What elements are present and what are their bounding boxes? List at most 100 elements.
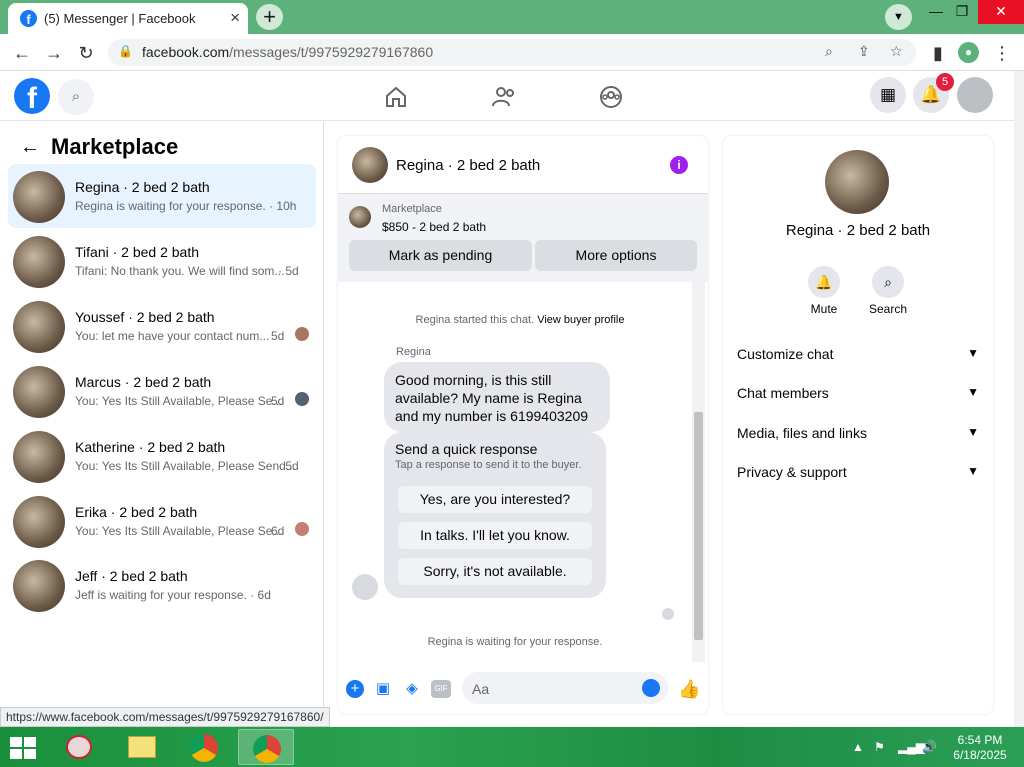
notification-badge: 5 [936,73,954,91]
listing-thumbnail [13,496,65,548]
message-bubble: Good morning, is this still available? M… [384,362,610,432]
groups-icon[interactable] [597,83,625,111]
listing-thumbnail [13,171,65,223]
volume-icon[interactable]: 🔊 [922,740,937,754]
system-clock[interactable]: 6:54 PM 6/18/2025 [940,733,1020,763]
message-thread: Regina started this chat. View buyer pro… [338,282,708,662]
chevron-down-icon: ▼ [967,385,979,399]
chat-header: Regina · 2 bed 2 bath i [338,136,708,194]
chevron-down-icon: ▼ [967,425,979,439]
marketplace-conversation-list: ← Marketplace Regina · 2 bed 2 bath Regi… [0,122,324,712]
listing-price[interactable]: $850 - 2 bed 2 bath [382,220,486,234]
back-arrow-icon[interactable]: ← [10,41,34,65]
plus-icon[interactable]: + [346,680,364,698]
address-bar[interactable]: 🔒 facebook.com/messages/t/99759292791678… [108,39,916,66]
new-tab-button[interactable]: + [256,4,283,30]
account-avatar[interactable] [957,77,993,113]
friends-icon[interactable] [490,83,518,111]
chat-members-row[interactable]: Chat members ▼ [737,385,979,411]
message-input-placeholder: Aa [472,681,490,697]
quick-reply-button[interactable]: Yes, are you interested? [398,486,592,513]
listing-thumbnail[interactable] [352,147,388,183]
more-options-button[interactable]: More options [535,240,697,271]
share-icon[interactable]: ⇪ [858,43,870,60]
back-arrow-icon[interactable]: ← [20,136,40,159]
conversation-item[interactable]: Marcus · 2 bed 2 bath You: Yes Its Still… [8,359,316,423]
quick-reply-button[interactable]: Sorry, it's not available. [398,558,592,585]
restore-button[interactable]: ❐ [947,0,977,24]
profile-avatar-icon[interactable]: ● [958,42,979,63]
tab-search-chevron-icon[interactable]: ▼ [885,4,912,30]
chat-scrollbar[interactable] [692,282,705,662]
conversation-name: Tifani · 2 bed 2 bath [75,244,200,260]
listing-thumbnail [349,206,371,228]
conversation-item[interactable]: Tifani · 2 bed 2 bath Tifani: No thank y… [8,229,316,293]
zoom-icon[interactable]: ⌕ [825,43,833,60]
browser-tab[interactable]: f (5) Messenger | Facebook × [8,3,248,34]
thumbs-up-icon[interactable]: 👍 [678,680,700,698]
quick-reply-button[interactable]: In talks. I'll let you know. [398,522,592,549]
conversation-name: Jeff · 2 bed 2 bath [75,568,188,584]
network-flag-icon[interactable]: ⚑ [874,740,885,754]
info-icon[interactable]: i [670,156,688,174]
home-icon[interactable] [382,83,410,111]
sticker-icon[interactable]: ◈ [403,680,421,698]
menu-grid-icon[interactable]: ▦ [870,77,906,113]
windows-taskbar: ▲ ⚑ ▂▄▆ 🔊 6:54 PM 6/18/2025 [0,727,1024,767]
conversation-time: · 5d [278,264,299,278]
emoji-icon[interactable] [642,679,660,697]
window-close-button[interactable]: ✕ [978,0,1024,24]
reload-icon[interactable]: ↻ [74,41,98,65]
page-scrollbar[interactable] [1014,71,1024,727]
signal-icon[interactable]: ▂▄▆ [898,740,925,754]
photo-icon[interactable]: ▣ [374,680,392,698]
listing-thumbnail [13,560,65,612]
marketplace-listing-box: Marketplace $850 - 2 bed 2 bath Mark as … [338,194,708,282]
conversation-name: Marcus · 2 bed 2 bath [75,374,212,390]
chrome-app-active-icon[interactable] [238,729,294,765]
listing-thumbnail [13,236,65,288]
search-icon[interactable]: ⌕ [872,266,904,298]
mute-bell-icon[interactable]: 🔔 [808,266,840,298]
paint-app-icon[interactable] [52,729,108,765]
bookmark-star-icon[interactable]: ☆ [890,43,903,60]
lock-icon: 🔒 [118,44,133,58]
conversation-item[interactable]: Erika · 2 bed 2 bath You: Yes Its Still … [8,489,316,553]
gif-icon[interactable]: GIF [431,680,451,698]
scrollbar-thumb[interactable] [694,412,703,640]
url-text: facebook.com/messages/t/9975929279167860 [142,44,434,60]
sticky-notes-app-icon[interactable] [114,729,170,765]
menu-kebab-icon[interactable]: ⋮ [990,41,1014,65]
status-bar-url: https://www.facebook.com/messages/t/9975… [0,707,330,727]
media-files-links-row[interactable]: Media, files and links ▼ [737,425,979,451]
tab-close-icon[interactable]: × [230,8,240,28]
chevron-down-icon: ▼ [967,464,979,478]
conversation-snippet: You: let me have your contact num... [75,329,270,343]
privacy-support-row[interactable]: Privacy & support ▼ [737,464,979,490]
conversation-item[interactable]: Regina · 2 bed 2 bath Regina is waiting … [8,164,316,228]
listing-thumbnail[interactable] [825,150,889,214]
chat-title[interactable]: Regina · 2 bed 2 bath [396,157,540,174]
conversation-item[interactable]: Katherine · 2 bed 2 bath You: Yes Its St… [8,424,316,488]
search-icon[interactable]: ⌕ [58,79,94,115]
conversation-time: 5d [271,329,285,343]
clock-date: 6/18/2025 [953,748,1007,762]
buyer-avatar[interactable] [352,574,378,600]
tray-expand-icon[interactable]: ▲ [852,740,864,754]
mark-as-pending-button[interactable]: Mark as pending [349,240,532,271]
seen-indicator [662,608,674,620]
view-buyer-profile-link[interactable]: View buyer profile [537,314,624,326]
windows-start-icon[interactable] [8,735,38,761]
message-input[interactable]: Aa [462,672,668,704]
listing-thumbnail [13,301,65,353]
facebook-logo-icon[interactable]: f [14,78,50,114]
seen-avatar [295,327,309,341]
sidepanel-icon[interactable]: ▮ [926,41,950,65]
forward-arrow-icon[interactable]: → [42,41,66,65]
search-label: Search [868,302,908,316]
conversation-item[interactable]: Youssef · 2 bed 2 bath You: let me have … [8,294,316,358]
chrome-app-icon[interactable] [176,729,232,765]
customize-chat-row[interactable]: Customize chat ▼ [737,346,979,372]
conversation-item[interactable]: Jeff · 2 bed 2 bath Jeff is waiting for … [8,553,316,617]
chevron-down-icon: ▼ [967,346,979,360]
